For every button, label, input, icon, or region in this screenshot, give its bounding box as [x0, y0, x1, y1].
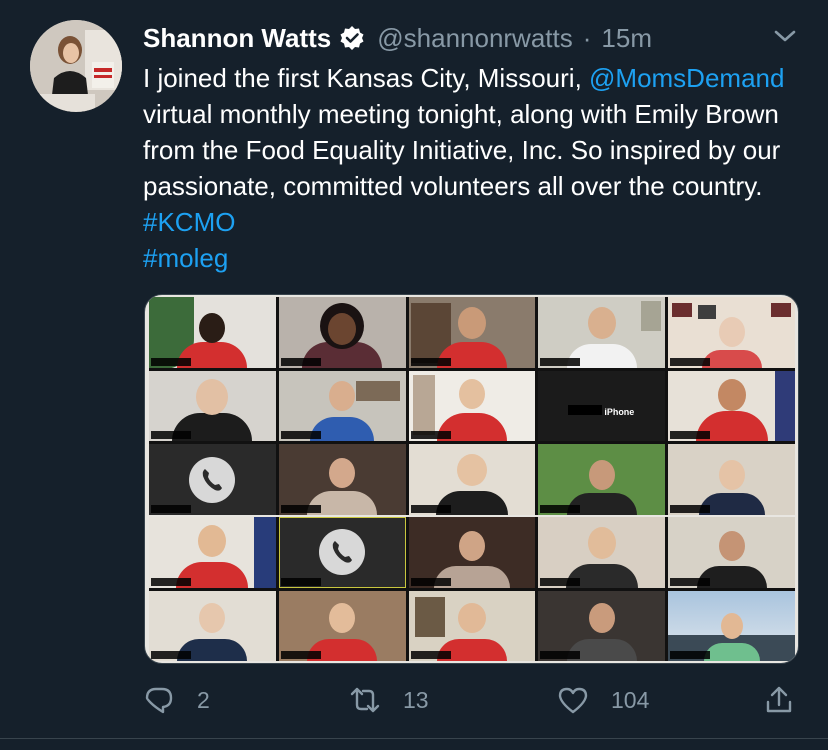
participant-tile	[149, 370, 276, 442]
participant-tile	[408, 297, 536, 368]
like-icon	[558, 687, 588, 714]
avatar-image	[30, 20, 122, 112]
participant-tile	[538, 444, 666, 515]
participant-tile	[278, 444, 406, 515]
participant-tile	[408, 517, 536, 588]
participant-tile	[668, 370, 795, 442]
chevron-down-icon[interactable]	[770, 26, 800, 46]
tweet-actions: 2 13 104	[143, 680, 803, 720]
share-icon	[766, 686, 792, 713]
phone-icon	[189, 456, 236, 503]
tweet-text-segment: virtual monthly meeting tonight, along w…	[143, 99, 781, 201]
participant-tile	[408, 370, 536, 442]
divider	[0, 738, 828, 739]
retweet-icon	[350, 687, 380, 713]
participant-tile	[408, 590, 536, 661]
participant-tile-phone	[149, 444, 276, 515]
like-count: 104	[611, 686, 650, 713]
participant-tile	[538, 297, 666, 368]
hashtag-link[interactable]: #moleg	[143, 243, 228, 273]
participant-tile	[538, 517, 666, 588]
participant-tile	[668, 444, 795, 515]
like-button[interactable]: 104	[557, 680, 649, 720]
participant-tile	[668, 590, 795, 661]
reply-icon	[145, 687, 173, 714]
retweet-button[interactable]: 13	[349, 680, 429, 720]
hashtag-link[interactable]: #KCMO	[143, 207, 235, 237]
participant-tile	[668, 517, 795, 588]
author-handle[interactable]: @shannonrwatts	[377, 23, 573, 54]
participant-tile	[408, 444, 536, 515]
tweet-header: Shannon Watts @shannonrwatts · 15m	[143, 20, 652, 56]
participant-tile-audio-only: iPhone	[538, 370, 666, 442]
video-call-grid-top: iPhone	[149, 297, 795, 515]
participant-tile	[149, 590, 276, 661]
reply-button[interactable]: 2	[143, 680, 210, 720]
tweet-text-segment: I joined the first Kansas City, Missouri…	[143, 63, 590, 93]
tweet-text: I joined the first Kansas City, Missouri…	[143, 60, 813, 276]
video-call-grid-bottom	[149, 517, 795, 661]
participant-tile	[149, 517, 276, 588]
participant-tile	[278, 297, 406, 368]
participant-device-label: iPhone	[604, 407, 635, 418]
phone-icon	[319, 529, 366, 576]
timestamp[interactable]: 15m	[601, 23, 652, 54]
mention-link[interactable]: @MomsDemand	[589, 63, 784, 93]
header-separator: ·	[582, 22, 592, 53]
participant-tile-phone	[278, 517, 406, 588]
participant-tile	[278, 370, 406, 442]
participant-tile	[538, 590, 666, 661]
tweet-media-image[interactable]: iPhone	[144, 294, 799, 664]
author-name[interactable]: Shannon Watts	[143, 23, 331, 54]
avatar[interactable]	[30, 20, 122, 112]
share-button[interactable]	[763, 680, 795, 720]
participant-tile	[668, 297, 795, 368]
retweet-count: 13	[403, 686, 429, 713]
participant-tile	[149, 297, 276, 368]
reply-count: 2	[197, 686, 210, 713]
participant-tile	[278, 590, 406, 661]
verified-badge-icon	[339, 25, 365, 51]
